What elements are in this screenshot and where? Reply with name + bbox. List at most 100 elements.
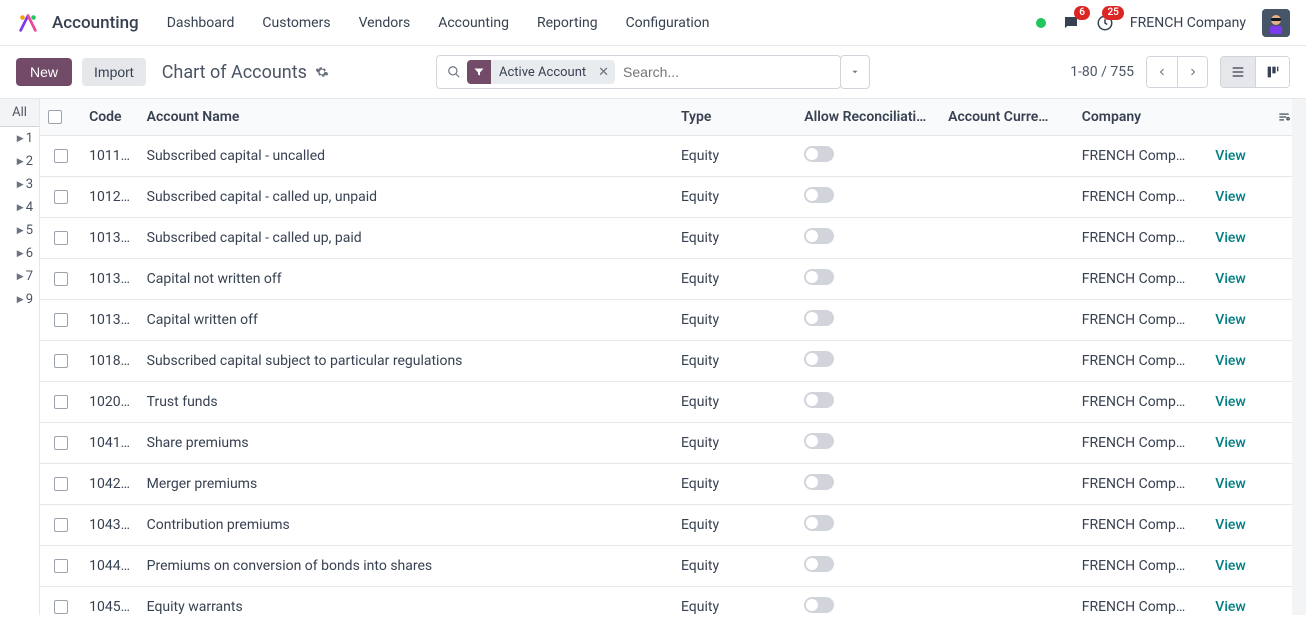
reconcile-toggle[interactable] bbox=[804, 269, 834, 285]
sidebar-group-2[interactable]: ▶2 bbox=[0, 150, 39, 173]
view-link[interactable]: View bbox=[1215, 599, 1246, 615]
view-link[interactable]: View bbox=[1215, 394, 1246, 410]
pager-text[interactable]: 1-80 / 755 bbox=[1070, 64, 1134, 80]
facet-remove-icon[interactable]: ✕ bbox=[592, 65, 615, 80]
reconcile-toggle[interactable] bbox=[804, 392, 834, 408]
table-row[interactable]: 1012…Subscribed capital - called up, unp… bbox=[40, 177, 1306, 218]
table-row[interactable]: 1013…Capital written offEquityFRENCH Com… bbox=[40, 300, 1306, 341]
col-code-header[interactable]: Code bbox=[81, 99, 139, 136]
gear-icon[interactable] bbox=[315, 65, 329, 79]
sidebar-group-9[interactable]: ▶9 bbox=[0, 288, 39, 311]
reconcile-toggle[interactable] bbox=[804, 310, 834, 326]
view-link[interactable]: View bbox=[1215, 476, 1246, 492]
pager-prev[interactable] bbox=[1147, 57, 1177, 87]
pager-next[interactable] bbox=[1177, 57, 1207, 87]
search-options-caret[interactable] bbox=[840, 55, 870, 89]
nav-vendors[interactable]: Vendors bbox=[359, 15, 411, 31]
row-code: 1041… bbox=[81, 423, 139, 464]
vertical-scrollbar[interactable] bbox=[1292, 99, 1306, 615]
reconcile-toggle[interactable] bbox=[804, 351, 834, 367]
search-container[interactable]: Active Account ✕ bbox=[436, 55, 841, 89]
row-checkbox[interactable] bbox=[54, 600, 68, 614]
filter-icon bbox=[467, 60, 491, 84]
view-link[interactable]: View bbox=[1215, 230, 1246, 246]
col-reconcile-header[interactable]: Allow Reconciliati… bbox=[796, 99, 940, 136]
sidebar-all[interactable]: All bbox=[0, 99, 39, 127]
nav-configuration[interactable]: Configuration bbox=[626, 15, 710, 31]
row-currency bbox=[940, 177, 1074, 218]
row-code: 1011… bbox=[81, 136, 139, 177]
row-checkbox[interactable] bbox=[54, 149, 68, 163]
row-checkbox[interactable] bbox=[54, 354, 68, 368]
reconcile-toggle[interactable] bbox=[804, 146, 834, 162]
table-row[interactable]: 1020…Trust fundsEquityFRENCH Comp…View bbox=[40, 382, 1306, 423]
view-link[interactable]: View bbox=[1215, 189, 1246, 205]
row-company: FRENCH Comp… bbox=[1074, 218, 1208, 259]
row-checkbox[interactable] bbox=[54, 436, 68, 450]
table-row[interactable]: 1013…Subscribed capital - called up, pai… bbox=[40, 218, 1306, 259]
table-row[interactable]: 1042…Merger premiumsEquityFRENCH Comp…Vi… bbox=[40, 464, 1306, 505]
import-button[interactable]: Import bbox=[82, 58, 146, 86]
view-link[interactable]: View bbox=[1215, 271, 1246, 287]
sidebar-group-5[interactable]: ▶5 bbox=[0, 219, 39, 242]
col-name-header[interactable]: Account Name bbox=[139, 99, 673, 136]
row-company: FRENCH Comp… bbox=[1074, 587, 1208, 616]
table-row[interactable]: 1013…Capital not written offEquityFRENCH… bbox=[40, 259, 1306, 300]
row-company: FRENCH Comp… bbox=[1074, 300, 1208, 341]
sidebar-group-1[interactable]: ▶1 bbox=[0, 127, 39, 150]
app-title[interactable]: Accounting bbox=[52, 13, 139, 33]
list-view-button[interactable] bbox=[1221, 57, 1255, 87]
view-link[interactable]: View bbox=[1215, 312, 1246, 328]
table-row[interactable]: 1044…Premiums on conversion of bonds int… bbox=[40, 546, 1306, 587]
kanban-view-button[interactable] bbox=[1255, 57, 1289, 87]
company-switcher[interactable]: FRENCH Company bbox=[1130, 15, 1246, 31]
col-currency-header[interactable]: Account Curre… bbox=[940, 99, 1074, 136]
row-checkbox[interactable] bbox=[54, 477, 68, 491]
nav-customers[interactable]: Customers bbox=[262, 15, 330, 31]
nav-reporting[interactable]: Reporting bbox=[537, 15, 598, 31]
discuss-icon[interactable]: 6 bbox=[1062, 14, 1080, 32]
user-avatar[interactable] bbox=[1262, 9, 1290, 37]
view-link[interactable]: View bbox=[1215, 435, 1246, 451]
reconcile-toggle[interactable] bbox=[804, 187, 834, 203]
row-checkbox[interactable] bbox=[54, 559, 68, 573]
row-checkbox[interactable] bbox=[54, 272, 68, 286]
reconcile-toggle[interactable] bbox=[804, 228, 834, 244]
activities-icon[interactable]: 25 bbox=[1096, 14, 1114, 32]
new-button[interactable]: New bbox=[16, 58, 72, 86]
table-row[interactable]: 1043…Contribution premiumsEquityFRENCH C… bbox=[40, 505, 1306, 546]
sidebar-group-4[interactable]: ▶4 bbox=[0, 196, 39, 219]
row-currency bbox=[940, 505, 1074, 546]
search-wrap: Active Account ✕ bbox=[436, 55, 870, 89]
row-checkbox[interactable] bbox=[54, 313, 68, 327]
table-row[interactable]: 1045…Equity warrantsEquityFRENCH Comp…Vi… bbox=[40, 587, 1306, 616]
sidebar-group-7[interactable]: ▶7 bbox=[0, 265, 39, 288]
row-checkbox[interactable] bbox=[54, 518, 68, 532]
view-link[interactable]: View bbox=[1215, 517, 1246, 533]
select-all-checkbox[interactable] bbox=[48, 110, 62, 124]
caret-right-icon: ▶ bbox=[17, 134, 24, 144]
sidebar-group-6[interactable]: ▶6 bbox=[0, 242, 39, 265]
reconcile-toggle[interactable] bbox=[804, 556, 834, 572]
reconcile-toggle[interactable] bbox=[804, 433, 834, 449]
nav-accounting[interactable]: Accounting bbox=[438, 15, 509, 31]
col-company-header[interactable]: Company bbox=[1074, 99, 1208, 136]
table-row[interactable]: 1041…Share premiumsEquityFRENCH Comp…Vie… bbox=[40, 423, 1306, 464]
app-logo-icon[interactable] bbox=[16, 11, 40, 35]
view-link[interactable]: View bbox=[1215, 148, 1246, 164]
view-link[interactable]: View bbox=[1215, 353, 1246, 369]
table-scroll[interactable]: Code Account Name Type Allow Reconciliat… bbox=[40, 99, 1306, 615]
search-input[interactable] bbox=[621, 63, 834, 81]
sidebar-group-3[interactable]: ▶3 bbox=[0, 173, 39, 196]
row-checkbox[interactable] bbox=[54, 231, 68, 245]
reconcile-toggle[interactable] bbox=[804, 515, 834, 531]
table-row[interactable]: 1011…Subscribed capital - uncalledEquity… bbox=[40, 136, 1306, 177]
view-link[interactable]: View bbox=[1215, 558, 1246, 574]
row-checkbox[interactable] bbox=[54, 190, 68, 204]
table-row[interactable]: 1018…Subscribed capital subject to parti… bbox=[40, 341, 1306, 382]
col-type-header[interactable]: Type bbox=[673, 99, 796, 136]
row-checkbox[interactable] bbox=[54, 395, 68, 409]
reconcile-toggle[interactable] bbox=[804, 474, 834, 490]
reconcile-toggle[interactable] bbox=[804, 597, 834, 613]
nav-dashboard[interactable]: Dashboard bbox=[167, 15, 235, 31]
